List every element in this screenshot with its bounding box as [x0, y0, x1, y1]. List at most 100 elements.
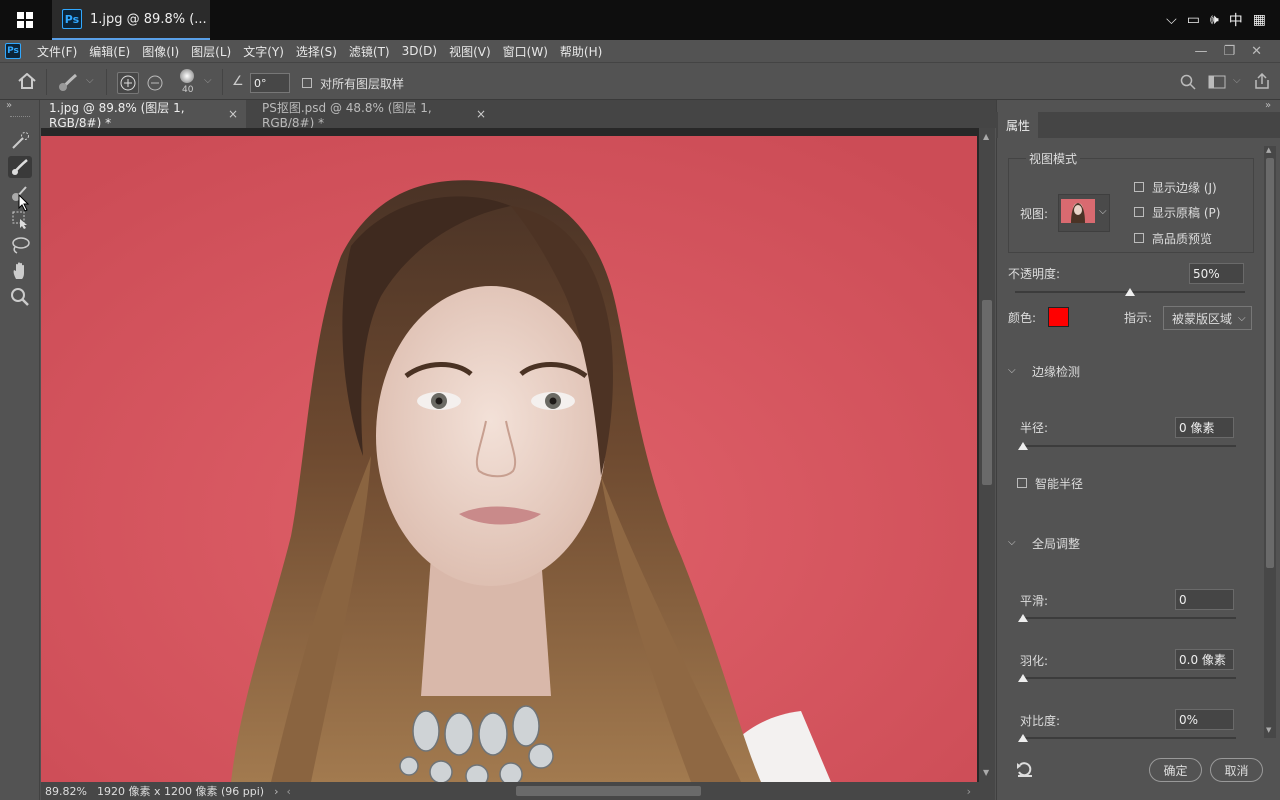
- hq-preview-checkbox[interactable]: [1134, 233, 1144, 243]
- view-mode-dropdown[interactable]: ⌵: [1058, 194, 1110, 232]
- feather-label: 羽化:: [1020, 654, 1049, 668]
- sample-all-layers-checkbox[interactable]: [302, 78, 312, 88]
- document-canvas[interactable]: [41, 136, 977, 782]
- contrast-input[interactable]: 0%: [1175, 709, 1234, 730]
- zoom-level[interactable]: 89.82%: [41, 785, 91, 798]
- opacity-slider-thumb[interactable]: [1125, 288, 1135, 296]
- workspace-icon[interactable]: [1208, 75, 1226, 92]
- scroll-up-icon[interactable]: ▲: [1266, 146, 1271, 154]
- search-icon[interactable]: [1180, 74, 1196, 93]
- brush-preview-icon[interactable]: [180, 69, 194, 83]
- share-icon[interactable]: [1254, 72, 1270, 92]
- cancel-button[interactable]: 取消: [1210, 758, 1263, 782]
- horizontal-scroll-thumb[interactable]: [516, 786, 701, 796]
- scroll-left-icon[interactable]: ‹: [279, 785, 291, 798]
- toolbar-grip[interactable]: [10, 116, 30, 118]
- subtract-from-selection-button[interactable]: [147, 75, 163, 94]
- status-menu-chevron-icon[interactable]: ›: [264, 785, 278, 798]
- brush-picker-chevron-icon[interactable]: ⌵: [204, 75, 212, 86]
- taskbar-tab-title: 1.jpg @ 89.8% (...: [90, 11, 207, 27]
- workspace-chevron-icon[interactable]: ⌵: [1233, 75, 1241, 86]
- menu-type[interactable]: 文字(Y): [237, 43, 290, 60]
- smooth-slider-thumb[interactable]: [1018, 614, 1028, 622]
- tool-preset-chevron-icon[interactable]: ⌵: [86, 75, 94, 86]
- indicate-dropdown[interactable]: 被蒙版区域 ⌵: [1163, 306, 1252, 330]
- close-icon[interactable]: ×: [228, 107, 238, 121]
- menu-image[interactable]: 图像(I): [136, 43, 185, 60]
- menu-window[interactable]: 窗口(W): [497, 43, 554, 60]
- chevron-down-icon[interactable]: ⌵: [1166, 12, 1177, 28]
- contrast-slider-track[interactable]: [1020, 737, 1236, 739]
- feather-input[interactable]: 0.0 像素: [1175, 649, 1234, 670]
- ok-button[interactable]: 确定: [1149, 758, 1202, 782]
- edge-detect-collapse-icon[interactable]: ⌵: [1008, 365, 1016, 376]
- home-icon[interactable]: [18, 72, 36, 92]
- scroll-right-icon[interactable]: ›: [967, 785, 971, 798]
- windows-start-icon[interactable]: [0, 0, 50, 40]
- minimize-icon[interactable]: —: [1194, 44, 1207, 59]
- vertical-scrollbar[interactable]: ▲ ▼: [979, 128, 995, 782]
- collapse-panel-icon[interactable]: »: [1265, 100, 1271, 111]
- keyboard-grid-icon[interactable]: ▦: [1253, 12, 1266, 28]
- smart-radius-checkbox[interactable]: [1017, 478, 1027, 488]
- tab-document-2[interactable]: PS抠图.psd @ 48.8% (图层 1, RGB/8#) * ×: [254, 100, 494, 130]
- menu-view[interactable]: 视图(V): [443, 43, 497, 60]
- menu-help[interactable]: 帮助(H): [554, 43, 608, 60]
- show-edge-checkbox[interactable]: [1134, 182, 1144, 192]
- tab-document-1[interactable]: 1.jpg @ 89.8% (图层 1, RGB/8#) * ×: [41, 100, 246, 130]
- sample-all-layers-label: 对所有图层取样: [320, 77, 405, 91]
- feather-slider-thumb[interactable]: [1018, 674, 1028, 682]
- restore-icon[interactable]: ❐: [1223, 44, 1235, 59]
- lasso-tool-icon[interactable]: [8, 234, 32, 256]
- scroll-down-icon[interactable]: ▼: [1266, 726, 1271, 734]
- panel-scrollbar[interactable]: ▲ ▼: [1264, 146, 1276, 738]
- add-to-selection-button[interactable]: [117, 72, 139, 94]
- system-tray: ⌵ ▭ 🕪 中 ▦: [1166, 0, 1280, 40]
- object-selection-tool-icon[interactable]: [8, 208, 32, 230]
- smooth-slider-track[interactable]: [1020, 617, 1236, 619]
- quick-selection-tool-icon[interactable]: [8, 130, 32, 152]
- edge-detect-title[interactable]: 边缘检测: [1032, 363, 1080, 380]
- panel-scroll-thumb[interactable]: [1266, 158, 1274, 568]
- global-adjust-title[interactable]: 全局调整: [1032, 535, 1080, 552]
- smooth-input[interactable]: 0: [1175, 589, 1234, 610]
- feather-slider-track[interactable]: [1020, 677, 1236, 679]
- hq-preview-label: 高品质预览: [1152, 232, 1213, 246]
- portrait-photo: [41, 136, 977, 782]
- smooth-label: 平滑:: [1020, 594, 1049, 608]
- menu-select[interactable]: 选择(S): [290, 43, 343, 60]
- hand-tool-icon[interactable]: [8, 260, 32, 282]
- indicate-label: 指示:: [1124, 311, 1153, 325]
- show-original-checkbox[interactable]: [1134, 207, 1144, 217]
- menu-3d[interactable]: 3D(D): [396, 44, 443, 58]
- radius-label: 半径:: [1020, 421, 1049, 435]
- overlay-color-swatch[interactable]: [1048, 307, 1069, 327]
- close-icon[interactable]: ✕: [1251, 44, 1262, 59]
- reset-icon[interactable]: [1016, 762, 1034, 781]
- menu-filter[interactable]: 滤镜(T): [343, 43, 396, 60]
- volume-icon[interactable]: 🕪: [1210, 12, 1219, 28]
- radius-slider-thumb[interactable]: [1018, 442, 1028, 450]
- zoom-tool-icon[interactable]: [8, 286, 32, 308]
- contrast-slider-thumb[interactable]: [1018, 734, 1028, 742]
- expand-panel-icon[interactable]: »: [6, 100, 12, 111]
- tab-properties[interactable]: 属性: [998, 112, 1038, 138]
- refine-edge-brush-tool-icon[interactable]: [8, 156, 32, 178]
- radius-input[interactable]: 0 像素: [1175, 417, 1234, 438]
- radius-slider-track[interactable]: [1020, 445, 1236, 447]
- global-adjust-collapse-icon[interactable]: ⌵: [1008, 537, 1016, 548]
- scroll-down-icon[interactable]: ▼: [983, 768, 989, 777]
- taskbar-photoshop-tab[interactable]: Ps 1.jpg @ 89.8% (...: [52, 0, 210, 40]
- network-icon[interactable]: ▭: [1187, 12, 1200, 28]
- menu-edit[interactable]: 编辑(E): [83, 43, 136, 60]
- angle-input[interactable]: 0°: [250, 73, 290, 93]
- opacity-input[interactable]: 50%: [1189, 263, 1244, 284]
- app-logo-icon: Ps: [5, 43, 21, 59]
- menu-file[interactable]: 文件(F): [31, 43, 83, 60]
- scroll-up-icon[interactable]: ▲: [983, 132, 989, 141]
- close-icon[interactable]: ×: [476, 107, 486, 121]
- refine-brush-tool-icon[interactable]: [58, 72, 80, 95]
- menu-layer[interactable]: 图层(L): [185, 43, 237, 60]
- vertical-scroll-thumb[interactable]: [982, 300, 992, 485]
- language-indicator[interactable]: 中: [1229, 10, 1243, 30]
